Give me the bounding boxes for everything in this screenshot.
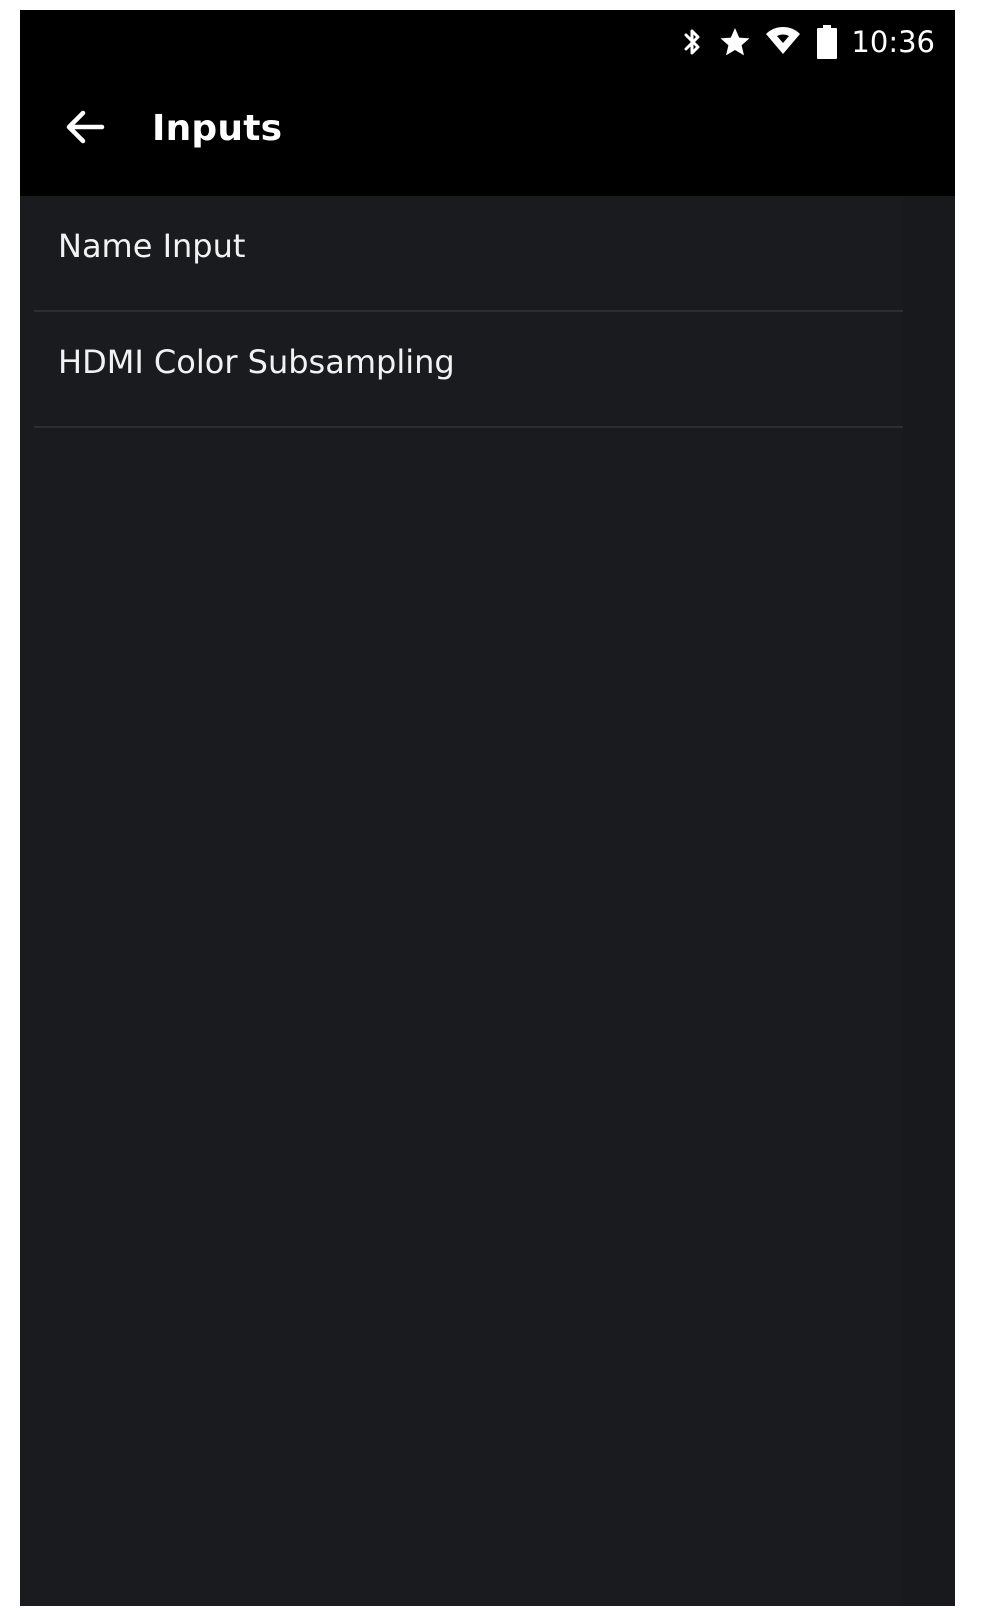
menu-item-name-input[interactable]: Name Input: [20, 196, 955, 312]
menu-item-label: HDMI Color Subsampling: [58, 343, 455, 381]
status-bar: 10:36: [20, 10, 955, 78]
bluetooth-icon: [681, 22, 705, 62]
phone-screen: 10:36 Inputs Name Input HDMI Color Subsa…: [20, 10, 955, 1606]
status-icons: 10:36: [681, 22, 935, 62]
divider: [34, 426, 903, 428]
menu-item-label: Name Input: [58, 227, 246, 265]
menu-item-hdmi-color-subsampling[interactable]: HDMI Color Subsampling: [20, 312, 955, 428]
app-bar: Inputs: [20, 78, 955, 196]
screen-edge: [903, 196, 955, 1606]
wifi-icon: [765, 22, 801, 62]
star-icon: [719, 22, 751, 62]
menu-list: Name Input HDMI Color Subsampling: [20, 196, 955, 428]
arrow-left-icon: [65, 109, 105, 150]
status-time: 10:36: [851, 25, 935, 59]
battery-icon: [817, 22, 838, 62]
page-title: Inputs: [152, 108, 283, 149]
back-button[interactable]: [60, 104, 110, 154]
